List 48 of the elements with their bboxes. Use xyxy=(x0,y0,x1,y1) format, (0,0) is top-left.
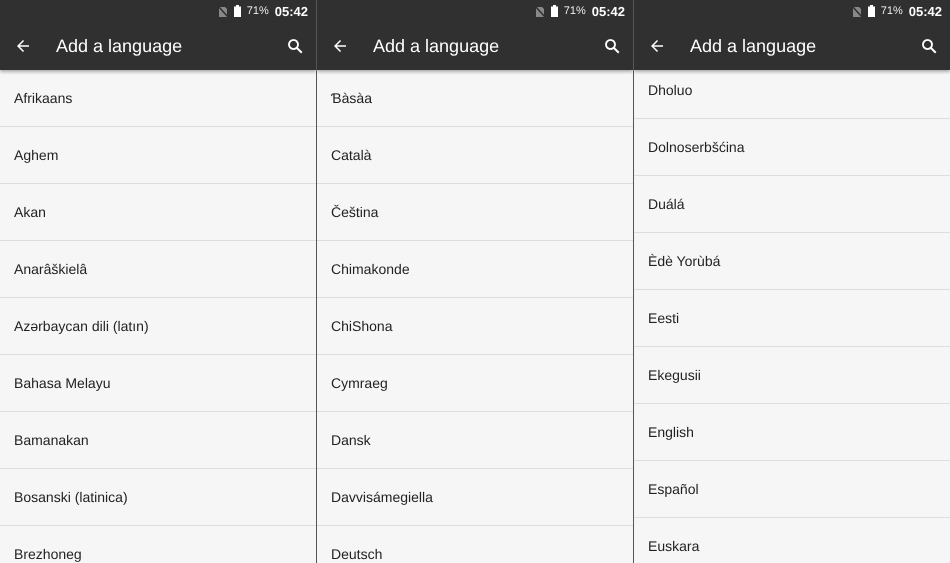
language-item[interactable]: ChiShona xyxy=(317,298,633,355)
clock-time: 05:42 xyxy=(592,4,625,18)
language-item[interactable]: Ekegusii xyxy=(634,347,950,404)
language-item[interactable]: Davvisámegiella xyxy=(317,469,633,526)
language-item[interactable]: Brezhoneg xyxy=(0,526,316,563)
language-item[interactable]: Aghem xyxy=(0,127,316,184)
clock-time: 05:42 xyxy=(908,4,942,18)
no-sim-icon xyxy=(852,6,862,16)
search-icon xyxy=(603,37,621,55)
search-icon xyxy=(286,37,304,55)
search-button[interactable] xyxy=(603,37,621,55)
language-item[interactable]: Čeština xyxy=(317,184,633,241)
battery-percentage: 71% xyxy=(246,5,269,17)
search-button[interactable] xyxy=(920,37,938,55)
no-sim-icon xyxy=(218,6,228,16)
language-item[interactable]: Bosanski (latinica) xyxy=(0,469,316,526)
language-item[interactable]: Anarâškielâ xyxy=(0,241,316,298)
language-item[interactable]: Chimakonde xyxy=(317,241,633,298)
language-item[interactable]: Bamanakan xyxy=(0,412,316,469)
language-item[interactable]: Èdè Yorùbá xyxy=(634,233,950,290)
battery-percentage: 71% xyxy=(880,5,903,17)
battery-percentage: 71% xyxy=(564,5,586,17)
language-item[interactable]: Akan xyxy=(0,184,316,241)
language-item[interactable]: Dolnoserbšćina xyxy=(634,119,950,176)
toolbar-title: Add a language xyxy=(690,36,818,56)
language-item[interactable]: Bahasa Melayu xyxy=(0,355,316,412)
language-item[interactable]: Dholuo xyxy=(634,70,950,119)
battery-icon xyxy=(868,5,875,17)
language-item[interactable]: Cymraeg xyxy=(317,355,633,412)
language-item[interactable]: Dansk xyxy=(317,412,633,469)
language-item[interactable]: Euskara xyxy=(634,518,950,563)
clock-time: 05:42 xyxy=(274,4,308,18)
search-icon xyxy=(920,37,938,55)
language-item[interactable]: Duálá xyxy=(634,176,950,233)
search-button[interactable] xyxy=(286,37,304,55)
language-item[interactable]: Español xyxy=(634,461,950,518)
toolbar-title: Add a language xyxy=(373,36,500,56)
language-item[interactable]: English xyxy=(634,404,950,461)
language-item[interactable]: Afrikaans xyxy=(0,70,316,127)
battery-icon xyxy=(234,5,241,17)
language-item[interactable]: Eesti xyxy=(634,290,950,347)
language-item[interactable]: Deutsch xyxy=(317,526,633,563)
language-item[interactable]: Català xyxy=(317,127,633,184)
no-sim-icon xyxy=(534,6,545,16)
language-item[interactable]: Ɓàsàa xyxy=(317,70,633,127)
toolbar-title: Add a language xyxy=(56,36,184,56)
language-item[interactable]: Azərbaycan dili (latın) xyxy=(0,298,316,355)
battery-icon xyxy=(550,5,558,17)
